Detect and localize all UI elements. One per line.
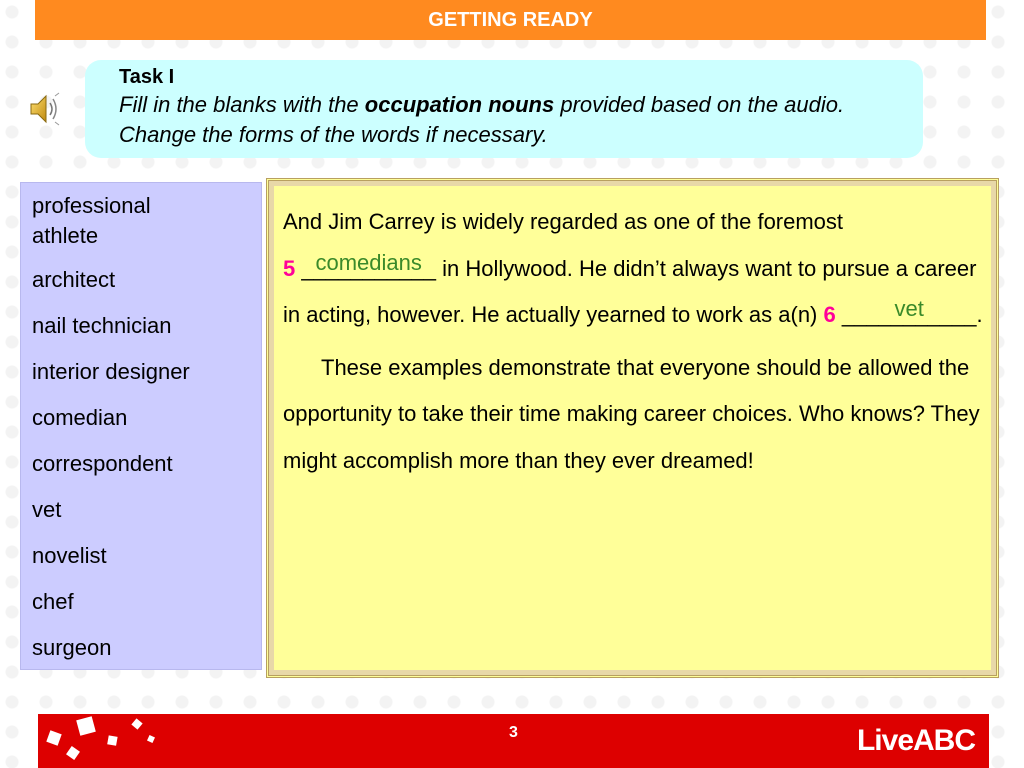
- page-title: GETTING READY: [428, 8, 593, 31]
- task-instructions-bold: occupation nouns: [364, 92, 555, 117]
- question-number-6: 6: [823, 302, 836, 327]
- word-bank-item: correspondent: [32, 451, 173, 476]
- answer-5: comedians: [315, 249, 422, 275]
- passage-text-a: And Jim Carrey is widely regarded as one…: [283, 209, 844, 234]
- word-bank-item: interior designer: [32, 359, 190, 384]
- word-list: professional athlete architect nail tech…: [32, 191, 261, 673]
- passage-text-c: .: [976, 302, 983, 327]
- page-number: 3: [509, 724, 518, 741]
- answer-6: vet: [894, 296, 924, 321]
- word-bank-item: comedian: [32, 405, 128, 430]
- word-bank-item: nail technician: [32, 313, 172, 338]
- passage-paragraph-2: These examples demonstrate that everyone…: [283, 354, 980, 473]
- word-bank-item: novelist: [32, 543, 107, 568]
- passage-text: And Jim Carrey is widely regarded as one…: [283, 199, 983, 484]
- speaker-icon[interactable]: [28, 92, 64, 126]
- question-number-5: 5: [283, 255, 296, 281]
- blank-6[interactable]: ___________ vet: [842, 292, 977, 339]
- word-bank-item: architect: [32, 267, 116, 292]
- page-header: GETTING READY: [35, 0, 986, 40]
- task-instructions-box: Task I Fill in the blanks with the occup…: [85, 60, 923, 158]
- task-title: Task I: [119, 66, 175, 88]
- word-bank-item: professional athlete: [32, 193, 151, 248]
- task-instructions: Fill in the blanks with the occupation n…: [119, 90, 889, 150]
- passage-paragraph-1: And Jim Carrey is widely regarded as one…: [283, 199, 983, 339]
- footer-bar: 3 LiveABC: [38, 714, 989, 768]
- word-bank: professional athlete architect nail tech…: [20, 182, 262, 670]
- task-instructions-part1: Fill in the blanks with the: [119, 92, 365, 117]
- blank-5[interactable]: ___________ comedians: [301, 246, 436, 293]
- word-bank-item: surgeon: [32, 635, 112, 660]
- word-bank-item: vet: [32, 497, 62, 522]
- liveabc-logo: LiveABC: [856, 724, 976, 757]
- word-bank-item: chef: [32, 589, 74, 614]
- passage-box: And Jim Carrey is widely regarded as one…: [266, 178, 999, 678]
